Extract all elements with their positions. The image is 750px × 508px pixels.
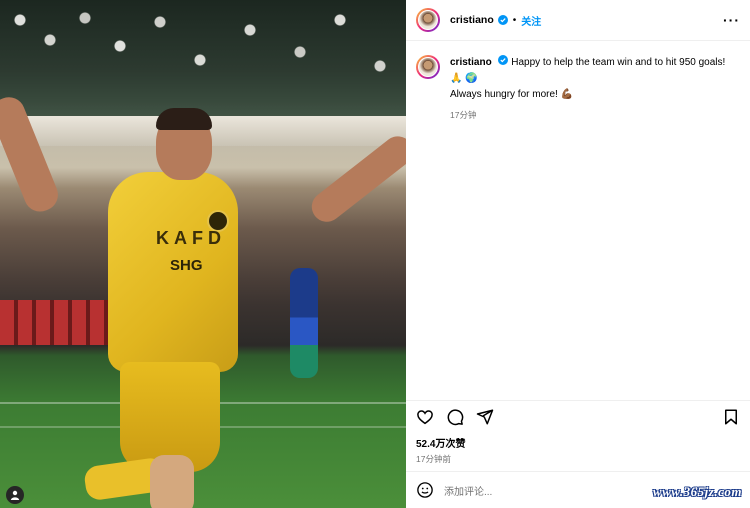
kit-sponsor-top: KAFD (156, 228, 226, 248)
caption-text-line2: Always hungry for more! 💪🏾 (450, 89, 574, 100)
like-heart-icon[interactable] (416, 408, 434, 426)
caption-row: cristiano Happy to help the team win and… (406, 41, 750, 123)
posted-time: 17分钟前 (416, 454, 451, 464)
post-details: cristiano • 关注 ··· cristiano Happy to he… (406, 0, 750, 508)
user-tag-icon[interactable] (6, 486, 24, 504)
stadium-crowd (0, 0, 406, 118)
caption-body: cristiano Happy to help the team win and… (450, 55, 740, 123)
separator-dot: • (512, 14, 517, 26)
verified-badge-icon (498, 55, 509, 65)
header-username[interactable]: cristiano (450, 14, 494, 26)
post-header: cristiano • 关注 ··· (406, 0, 750, 41)
stadium-seats (0, 300, 120, 345)
follow-button[interactable]: 关注 (521, 13, 541, 28)
watermark: www.365jz.com (652, 484, 742, 499)
caption-time: 17分钟 (450, 110, 477, 120)
share-send-icon[interactable] (476, 408, 494, 426)
caption-username[interactable]: cristiano (450, 57, 492, 68)
kit-sponsor-bottom: SHG (170, 257, 203, 274)
post-viewer: KAFD SHG cristiano • 关注 ··· cristiano Ha… (0, 0, 750, 508)
background-player (290, 268, 318, 378)
action-bar (406, 400, 750, 433)
avatar[interactable] (416, 55, 440, 79)
avatar[interactable] (416, 8, 440, 32)
caption-text: Happy to help the team win and to hit 95… (450, 57, 726, 84)
player-leg (150, 455, 194, 508)
player-hair (156, 108, 212, 130)
post-photo[interactable]: KAFD SHG (0, 0, 406, 508)
verified-badge-icon (497, 15, 508, 25)
emoji-icon[interactable] (416, 481, 434, 499)
like-count[interactable]: 52.4万次赞 (406, 433, 750, 450)
comment-input[interactable]: 添加评论... (444, 483, 492, 498)
more-options-button[interactable]: ··· (723, 13, 740, 27)
comment-icon[interactable] (446, 408, 464, 426)
bookmark-icon[interactable] (722, 408, 740, 426)
